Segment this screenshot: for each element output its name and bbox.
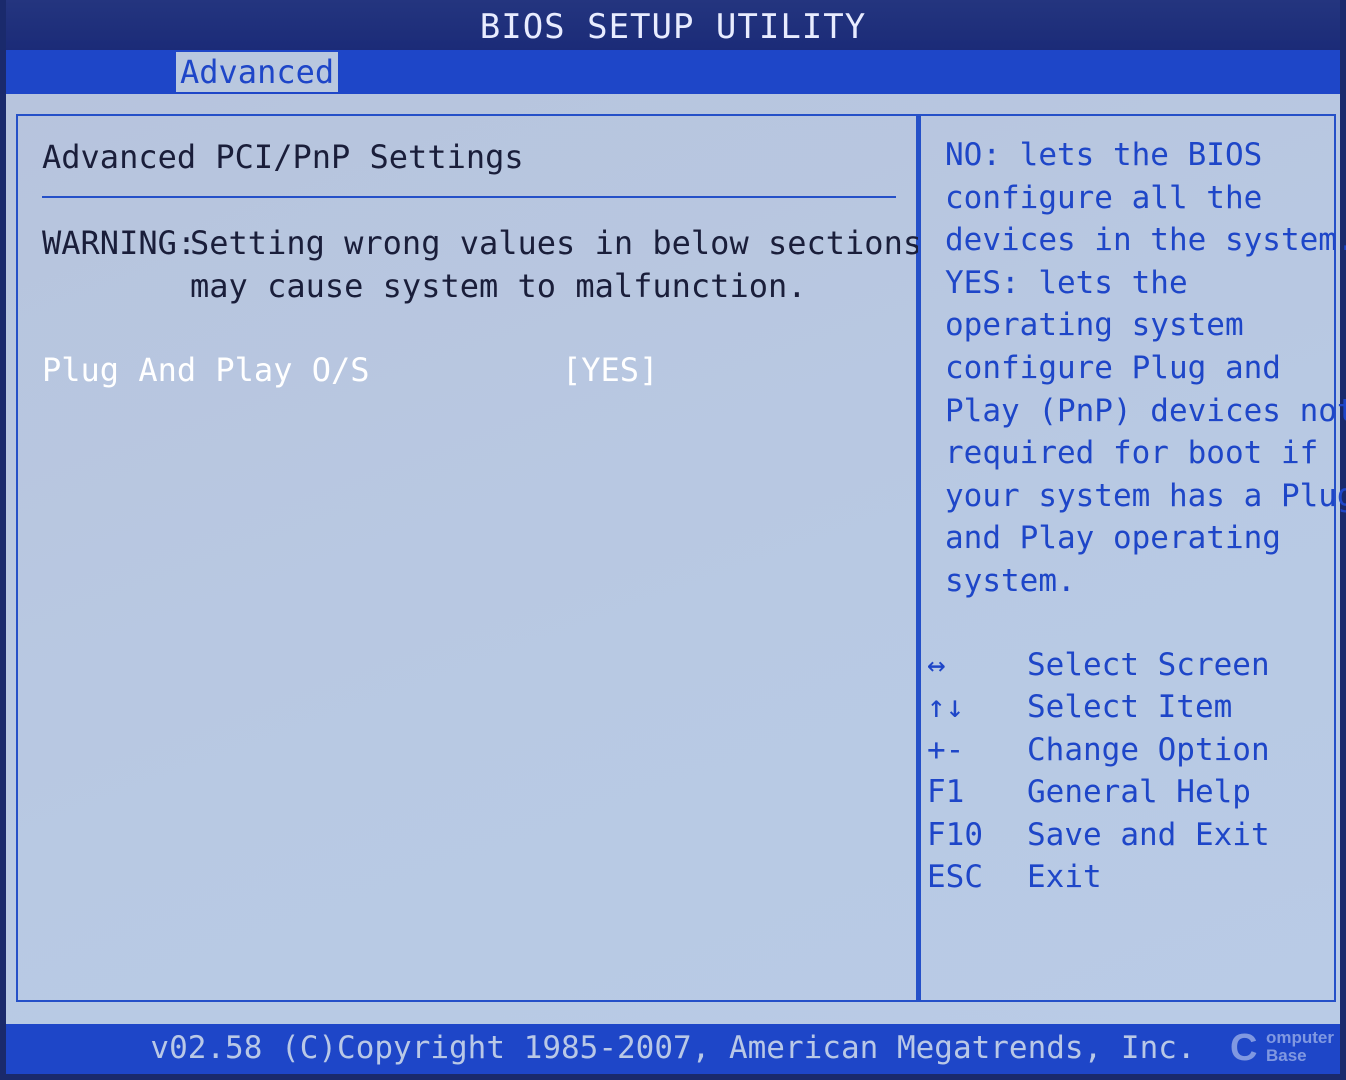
setting-plug-and-play-os[interactable]: Plug And Play O/S [YES]	[42, 348, 882, 392]
help-line: configure all the	[945, 179, 1263, 216]
main-area: Advanced PCI/PnP Settings WARNING: Setti…	[6, 94, 1346, 1024]
key-row-save-and-exit: F10 Save and Exit	[927, 814, 1327, 856]
logo-line: Base	[1266, 1046, 1307, 1065]
key-row-change-option: +- Change Option	[927, 729, 1327, 771]
help-line: Play (PnP) devices not	[945, 392, 1346, 429]
key-desc: Exit	[1027, 858, 1102, 895]
key-desc: General Help	[1027, 774, 1251, 811]
key-code: +-	[927, 731, 965, 768]
help-line: devices in the system.	[945, 222, 1346, 259]
computerbase-logo: C omputer Base	[1226, 1024, 1336, 1074]
logo-letter: C	[1230, 1027, 1258, 1069]
key-code: F10	[927, 816, 983, 853]
key-desc: Change Option	[1027, 731, 1270, 768]
help-line: and Play operating	[945, 520, 1281, 557]
title-divider	[42, 196, 896, 198]
up-down-arrow-icon: ↑↓	[927, 689, 965, 726]
warning-message: Setting wrong values in below sections ma…	[190, 222, 922, 308]
page-title: Advanced PCI/PnP Settings	[42, 138, 524, 176]
help-text: NO: lets the BIOS configure all the devi…	[945, 134, 1346, 603]
help-line: NO: lets the BIOS	[945, 137, 1263, 173]
copyright-footer: v02.58 (C)Copyright 1985-2007, American …	[6, 1024, 1340, 1074]
key-row-general-help: F1 General Help	[927, 771, 1327, 813]
warning-label: WARNING:	[42, 224, 197, 262]
title-bar: BIOS SETUP UTILITY	[6, 0, 1340, 50]
key-row-select-item: ↑↓ Select Item	[927, 686, 1327, 728]
menu-bar: Advanced	[6, 50, 1340, 94]
help-panel: NO: lets the BIOS configure all the devi…	[918, 114, 1346, 1002]
key-row-select-screen: ↔ Select Screen	[927, 644, 1327, 686]
key-code: F1	[927, 774, 965, 811]
warning-line: may cause system to malfunction.	[190, 267, 807, 305]
help-line: operating system	[945, 307, 1244, 344]
logo-line: omputer	[1266, 1028, 1334, 1047]
bios-screen: BIOS SETUP UTILITY Advanced Advanced PCI…	[0, 0, 1346, 1080]
help-line: system.	[945, 562, 1076, 599]
tab-advanced[interactable]: Advanced	[176, 52, 339, 92]
key-desc: Select Item	[1027, 689, 1233, 726]
key-desc: Save and Exit	[1027, 816, 1270, 853]
help-line: your system has a Plug	[945, 477, 1346, 514]
left-right-arrow-icon: ↔	[927, 647, 946, 683]
key-row-exit: ESC Exit	[927, 856, 1327, 898]
key-desc: Select Screen	[1027, 647, 1270, 683]
help-line: configure Plug and	[945, 349, 1281, 386]
settings-panel: Advanced PCI/PnP Settings WARNING: Setti…	[16, 114, 922, 1002]
help-line: YES: lets the	[945, 264, 1188, 301]
setting-label: Plug And Play O/S	[42, 351, 370, 389]
setting-value[interactable]: [YES]	[562, 348, 658, 392]
warning-line: Setting wrong values in below sections	[190, 224, 923, 262]
key-code: ESC	[927, 858, 983, 895]
help-line: required for boot if	[945, 435, 1319, 472]
key-legend: ↔ Select Screen ↑↓ Select Item +- Change…	[927, 644, 1327, 898]
